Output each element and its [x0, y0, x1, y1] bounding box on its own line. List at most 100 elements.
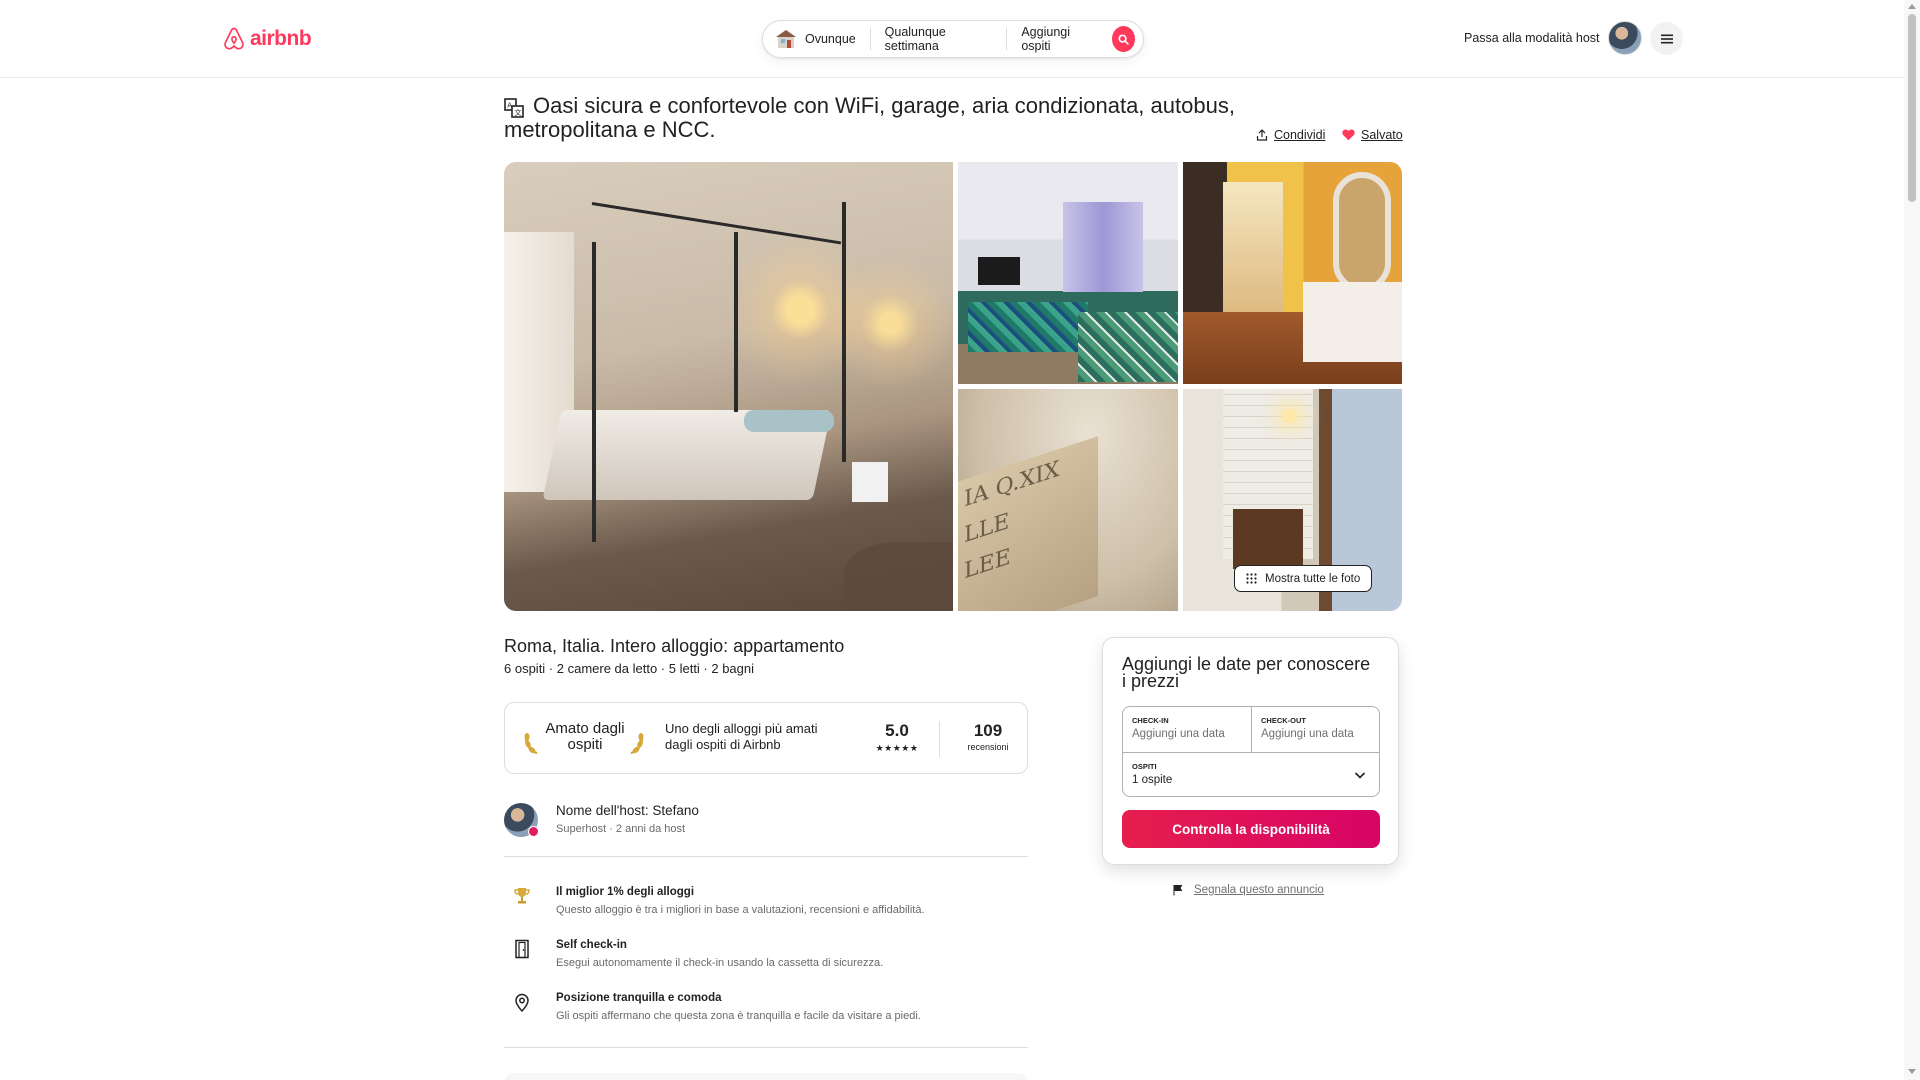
laurel-right-icon: [630, 733, 644, 754]
trophy-icon: [514, 888, 530, 904]
checkin-value: Aggiungi una data: [1132, 728, 1225, 740]
feature-title: Posizione tranquilla e comoda: [556, 992, 722, 1004]
flag-icon: [1173, 885, 1183, 896]
reviews-label: recensioni: [967, 742, 1009, 752]
laurel-left-icon: [524, 733, 538, 754]
photo-bedpost: [592, 242, 596, 542]
feature-description: Gli ospiti affermano che questa zona è t…: [556, 1010, 921, 1022]
photo-pillow: [744, 410, 834, 432]
rating-value: 5.0: [885, 721, 909, 740]
search-where[interactable]: Ovunque: [763, 28, 870, 50]
photo-desk: [1233, 509, 1303, 569]
translate-icon: A 文: [504, 98, 524, 118]
chevron-down-icon: [1354, 772, 1366, 779]
search-when[interactable]: Qualunque settimana: [871, 25, 1007, 53]
scroll-down-arrow-icon[interactable]: [1908, 1069, 1916, 1074]
search-when-label: Qualunque settimana: [884, 25, 946, 53]
share-button[interactable]: Condividi: [1256, 128, 1325, 142]
search-where-label: Ovunque: [805, 32, 856, 46]
guests-label: OSPITI: [1132, 762, 1157, 771]
photo-nightstand: [852, 462, 888, 502]
scroll-up-arrow-icon[interactable]: [1908, 4, 1916, 9]
heart-icon: [1342, 129, 1355, 141]
rating-divider: [939, 721, 940, 757]
guests-select[interactable]: OSPITI 1 ospite: [1123, 752, 1379, 796]
photo-gallery: IA Q.XIX LLE LEE: [504, 162, 1402, 611]
check-availability-button[interactable]: Controlla la disponibilità: [1122, 810, 1380, 848]
grid-icon: [1246, 573, 1257, 584]
guest-favorite-description: Uno degli alloggi più amati dagli ospiti…: [665, 721, 818, 752]
feature-description: Esegui autonomamente il check-in usando …: [556, 957, 884, 969]
page-scrollbar[interactable]: [1904, 0, 1920, 1080]
location-title: Roma, Italia. Intero alloggio: appartame…: [504, 636, 845, 656]
rating-block: 5.0 ★★★★★: [871, 721, 923, 754]
checkout-label: CHECK-OUT: [1261, 716, 1306, 725]
house-icon: [776, 30, 796, 48]
host-meta: Superhost · 2 anni da host: [556, 823, 686, 835]
search-bar[interactable]: Ovunque Qualunque settimana Aggiungi osp…: [762, 20, 1144, 58]
door-icon: [515, 939, 529, 959]
show-all-photos-label: Mostra tutte le foto: [1265, 572, 1361, 585]
feature-title: Il miglior 1% degli alloggi: [556, 886, 695, 898]
title-row: A 文 Oasi sicura e confortevole con WiFi,…: [504, 93, 1403, 143]
checkin-label: CHECK-IN: [1132, 716, 1169, 725]
superhost-badge-icon: [528, 826, 539, 837]
photo-window: [1063, 202, 1143, 292]
photo-bathroom[interactable]: [1183, 162, 1402, 384]
reviews-count: 109: [973, 721, 1003, 740]
map-pin-icon: [515, 993, 529, 1012]
date-picker: CHECK-IN Aggiungi una data CHECK-OUT Agg…: [1122, 706, 1380, 797]
reviews-block[interactable]: 109 recensioni: [959, 721, 1017, 752]
scroll-thumb[interactable]: [1908, 14, 1916, 202]
photo-bed: [1078, 312, 1178, 382]
listing-summary: 6 ospiti · 2 camere da letto · 5 letti ·…: [504, 661, 755, 676]
listing-title: Oasi sicura e confortevole con WiFi, gar…: [504, 93, 1235, 142]
checkout-field[interactable]: CHECK-OUT Aggiungi una data: [1252, 707, 1381, 752]
search-who-label: Aggiungi ospiti: [1021, 25, 1070, 53]
booking-heading: Aggiungi le date per conoscere i prezzi: [1122, 654, 1371, 691]
search-who[interactable]: Aggiungi ospiti: [1007, 25, 1143, 53]
feature-description: Questo alloggio è tra i migliori in base…: [556, 904, 925, 916]
photo-canopy-rail: [591, 202, 842, 245]
search-icon: [1118, 33, 1129, 45]
next-section-card: [504, 1073, 1028, 1080]
airbnb-logo[interactable]: airbnb: [222, 26, 312, 52]
photo-mirror: [1333, 172, 1391, 292]
checkin-field[interactable]: CHECK-IN Aggiungi una data: [1123, 707, 1252, 752]
divider: [504, 1047, 1028, 1048]
photo-bed: [968, 302, 1088, 352]
logo-text: airbnb: [250, 27, 312, 50]
saved-button[interactable]: Salvato: [1342, 128, 1403, 142]
svg-text:A: A: [507, 102, 512, 110]
top-header: airbnb Ovunque Qualunque settimana Aggiu…: [0, 0, 1904, 78]
divider: [504, 856, 1028, 857]
photo-twin-bedroom[interactable]: [958, 162, 1178, 384]
photo-tv: [978, 257, 1020, 285]
photo-stone-inscription[interactable]: IA Q.XIX LLE LEE: [958, 389, 1178, 611]
report-listing-link[interactable]: Segnala questo annuncio: [1172, 884, 1324, 896]
host-mode-link[interactable]: Passa alla modalità host: [1464, 31, 1600, 45]
share-label: Condividi: [1274, 128, 1326, 142]
photo-rug: [844, 542, 953, 611]
photo-bedpost: [842, 202, 846, 462]
show-all-photos-button[interactable]: Mostra tutte le foto: [1234, 565, 1373, 592]
checkout-value: Aggiungi una data: [1261, 728, 1354, 740]
feature-title: Self check-in: [556, 939, 627, 951]
photo-bedpost: [734, 232, 738, 412]
guest-favorite-card[interactable]: Amato dagli ospiti Uno degli alloggi più…: [504, 702, 1028, 774]
airbnb-logo-icon: [224, 27, 244, 50]
photo-sink: [1303, 282, 1402, 362]
share-icon: [1256, 129, 1268, 141]
guests-value: 1 ospite: [1132, 774, 1173, 786]
host-name: Nome dell'host: Stefano: [556, 803, 699, 818]
saved-label: Salvato: [1361, 128, 1403, 142]
guest-favorite-badge: Amato dagli ospiti: [545, 720, 625, 753]
menu-button[interactable]: [1650, 22, 1683, 55]
search-button[interactable]: [1111, 26, 1135, 52]
hamburger-icon: [1660, 34, 1673, 43]
photo-main-bedroom[interactable]: [504, 162, 953, 611]
user-avatar[interactable]: [1608, 21, 1642, 55]
photo-lamp: [1283, 409, 1297, 423]
rating-stars: ★★★★★: [875, 743, 919, 753]
report-label: Segnala questo annuncio: [1194, 884, 1324, 896]
